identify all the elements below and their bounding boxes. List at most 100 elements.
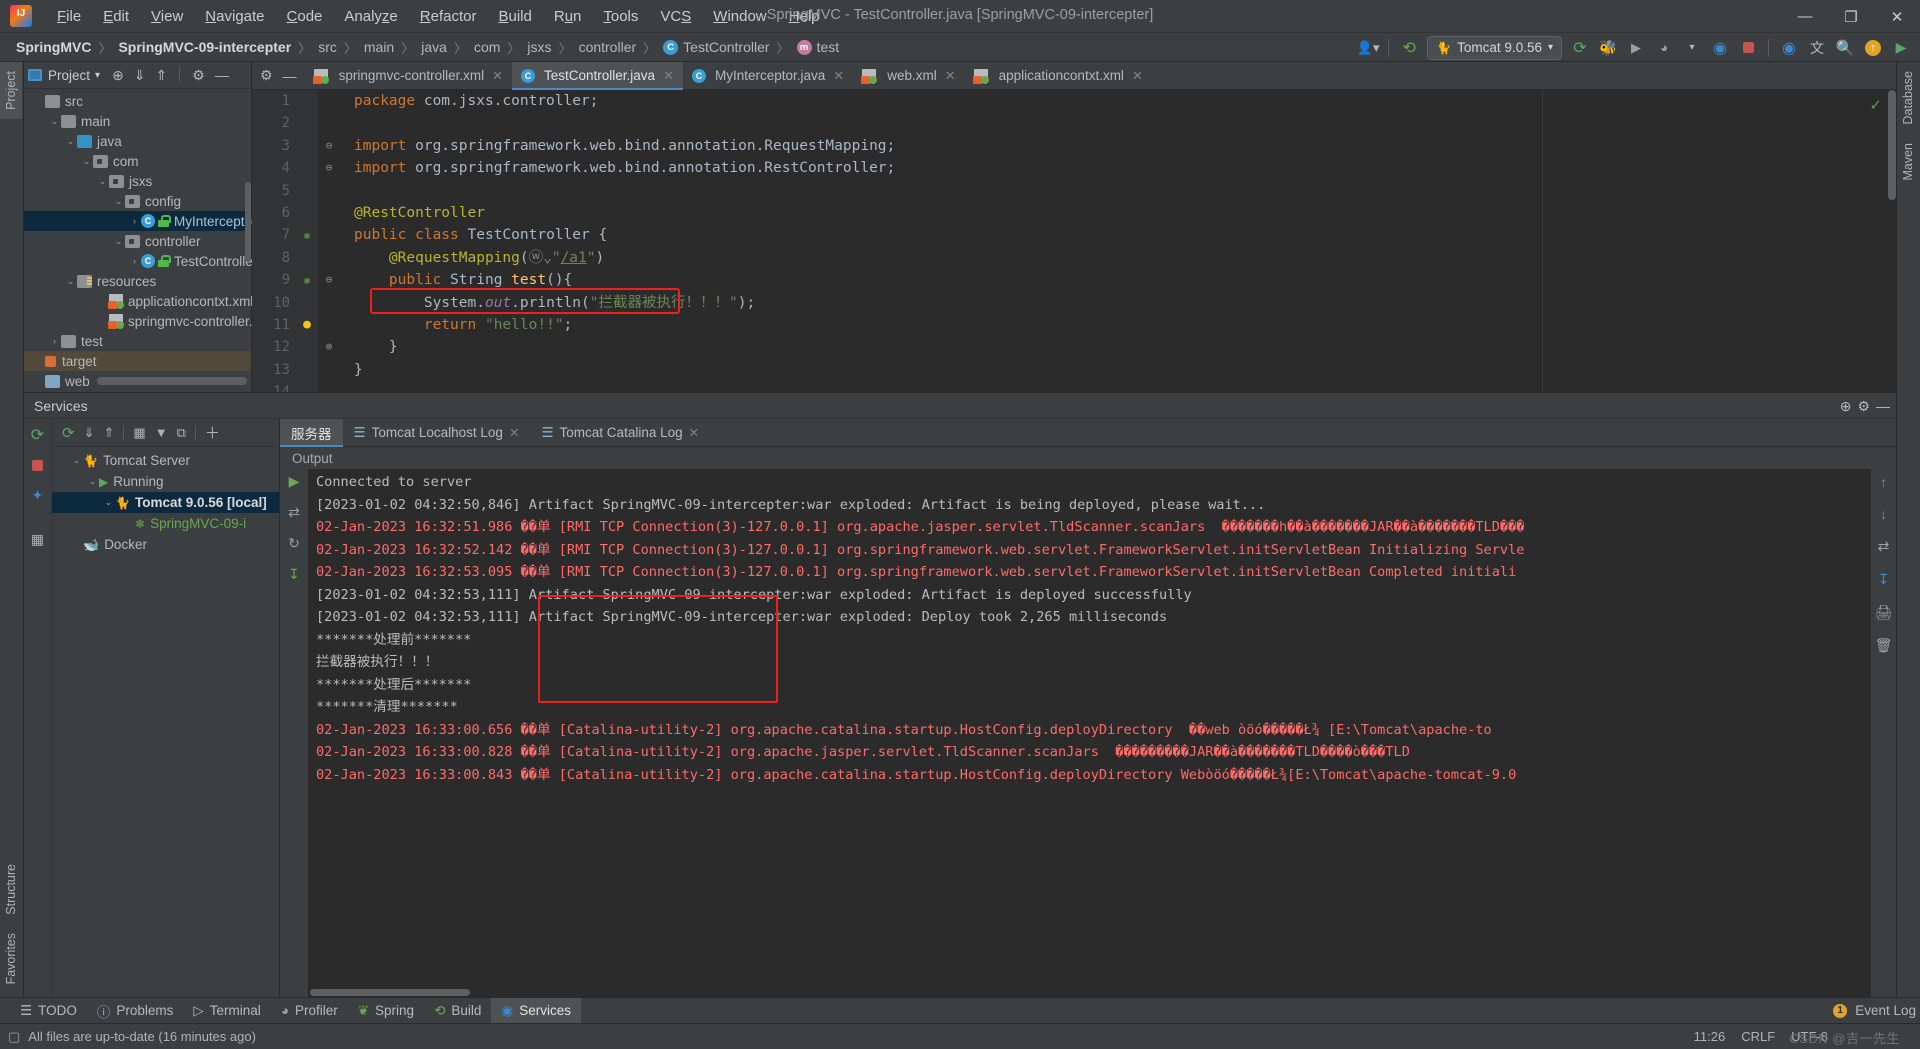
tree-twisty[interactable]: ›: [48, 336, 61, 346]
menu-item-analyze[interactable]: Analyze: [333, 5, 408, 28]
menu-item-window[interactable]: Window: [702, 5, 777, 28]
editor-tab-web-xml[interactable]: web.xml ✕: [853, 62, 964, 89]
rerun-icon[interactable]: ⟳: [31, 425, 44, 445]
tree-node-src[interactable]: src: [24, 91, 251, 111]
tree-twisty[interactable]: ⌄: [64, 136, 77, 147]
close-icon[interactable]: ✕: [1132, 68, 1143, 84]
tree-node-testcontroller[interactable]: › C TestController: [24, 251, 257, 271]
build-hammer-icon[interactable]: ⟲: [1396, 36, 1422, 60]
bottom-tab-todo[interactable]: ☰ TODO: [10, 998, 87, 1024]
clear-all-icon[interactable]: 🗑: [1875, 637, 1893, 654]
close-icon[interactable]: ✕: [492, 68, 503, 84]
expand-all-icon[interactable]: ⇓: [84, 425, 95, 441]
close-button[interactable]: ✕: [1874, 0, 1920, 33]
hide-panel-icon[interactable]: —: [1876, 398, 1890, 414]
services-node-docker[interactable]: 🐋 Docker: [52, 534, 279, 555]
close-icon[interactable]: ✕: [833, 68, 844, 84]
breadcrumb-main[interactable]: main: [362, 39, 396, 55]
tree-node-web[interactable]: web: [24, 371, 251, 391]
breadcrumb-jsxs[interactable]: jsxs: [525, 39, 553, 55]
bottom-tab-terminal[interactable]: ▷ Terminal: [183, 998, 270, 1024]
filter-icon[interactable]: ▼: [155, 425, 168, 440]
breadcrumb-testcontroller[interactable]: C TestController: [661, 39, 771, 55]
close-icon[interactable]: ✕: [663, 68, 674, 84]
menu-item-help[interactable]: Help: [778, 5, 831, 28]
tree-node-target[interactable]: target: [24, 351, 251, 371]
add-tab-icon[interactable]: ⧉: [177, 425, 186, 441]
menu-item-refactor[interactable]: Refactor: [409, 5, 488, 28]
down-arrow-icon[interactable]: ↓: [1880, 506, 1887, 522]
maximize-button[interactable]: ❐: [1828, 0, 1874, 33]
tree-node-test[interactable]: › test: [24, 331, 251, 351]
menu-item-vcs[interactable]: VCS: [649, 5, 702, 28]
tree-twisty[interactable]: ⌄: [64, 276, 77, 287]
console-horizontal-scrollbar[interactable]: [310, 989, 470, 996]
soft-wrap-icon[interactable]: ⇄: [1878, 538, 1890, 555]
collapse-all-icon[interactable]: ⇑: [156, 67, 168, 84]
chevron-down-icon[interactable]: ▾: [95, 70, 100, 81]
tree-node-resources[interactable]: ⌄ resources: [24, 271, 251, 291]
console-tab-tomcat-localhost-log[interactable]: ☰ Tomcat Localhost Log ✕: [343, 419, 531, 446]
connect-icon[interactable]: ⇄: [288, 504, 300, 521]
tree-twisty[interactable]: ›: [128, 256, 141, 266]
tool-window-tab-maven[interactable]: Maven: [1897, 134, 1919, 190]
editor-tab-myinterceptor-java[interactable]: C MyInterceptor.java ✕: [683, 62, 853, 89]
filter-icon[interactable]: ▦: [31, 531, 44, 548]
code-editor[interactable]: 1 package com.jsxs.controller; 2 3 ⊖ impor…: [252, 90, 1896, 392]
close-icon[interactable]: ✕: [509, 425, 519, 440]
tree-node-java[interactable]: ⌄ java: [24, 131, 251, 151]
close-icon[interactable]: ✕: [945, 68, 956, 84]
tree-twisty[interactable]: ⌄: [80, 156, 93, 167]
editor-tab-testcontroller-java[interactable]: C TestController.java ✕: [512, 62, 683, 90]
menu-item-run[interactable]: Run: [543, 5, 593, 28]
bottom-tab-build[interactable]: ⟲ Build: [424, 998, 491, 1024]
console-tab-tomcat-catalina-log[interactable]: ☰ Tomcat Catalina Log ✕: [530, 419, 710, 446]
intention-bulb-icon[interactable]: ●: [296, 314, 318, 336]
event-log-button[interactable]: Event Log: [1855, 1003, 1916, 1018]
services-node-tomcat-local[interactable]: ⌄ 🐈 Tomcat 9.0.56 [local]: [52, 492, 279, 513]
up-arrow-icon[interactable]: ↑: [1880, 474, 1887, 490]
menu-item-tools[interactable]: Tools: [592, 5, 649, 28]
editor-tab-springmvc-controller-xml[interactable]: springmvc-controller.xml ✕: [305, 62, 512, 89]
run-configuration-selector[interactable]: 🐈 Tomcat 9.0.56 ▾: [1427, 35, 1562, 60]
chevron-down-icon[interactable]: ▾: [1679, 36, 1705, 60]
profiler-icon[interactable]: ◕: [1651, 36, 1677, 60]
settings-gear-icon[interactable]: ⚙: [192, 67, 205, 84]
tree-node-com[interactable]: ⌄ com: [24, 151, 251, 171]
rerun-icon[interactable]: ⟳: [62, 424, 75, 442]
refresh-icon[interactable]: ↻: [288, 535, 300, 552]
line-separator[interactable]: CRLF: [1741, 1029, 1775, 1044]
tool-window-tab-database[interactable]: Database: [1897, 62, 1919, 134]
tree-twisty[interactable]: ⌄: [48, 116, 61, 127]
tree-node-jsxs[interactable]: ⌄ jsxs: [24, 171, 251, 191]
help-icon[interactable]: ⊕: [1840, 398, 1852, 415]
spring-bean-gutter-icon[interactable]: ❋: [296, 224, 318, 247]
bottom-tab-spring[interactable]: ❦ Spring: [348, 998, 424, 1024]
settings-gear-icon[interactable]: ⚙: [1857, 398, 1870, 415]
debug-icon[interactable]: 🐝: [1595, 36, 1621, 60]
services-node-tomcat-server[interactable]: ⌄ 🐈 Tomcat Server: [52, 450, 279, 471]
code-fold-marker[interactable]: ⊖: [318, 135, 340, 157]
tree-node-myinterceptor[interactable]: › C MyInterceptor: [24, 211, 257, 231]
hide-panel-icon[interactable]: —: [283, 68, 297, 84]
tree-node-springmvc-controller-xml[interactable]: springmvc-controller.xml: [24, 311, 274, 331]
stop-icon[interactable]: [32, 458, 43, 474]
tomcat-debug-icon[interactable]: ◉: [1776, 36, 1802, 60]
code-fold-marker[interactable]: ⊖: [318, 269, 340, 291]
menu-item-navigate[interactable]: Navigate: [194, 5, 275, 28]
translate-icon[interactable]: 文: [1804, 36, 1830, 60]
inspection-ok-icon[interactable]: ✓: [1869, 96, 1882, 114]
locate-icon[interactable]: ⊕: [112, 67, 124, 84]
profile-dropdown-icon[interactable]: 👤▾: [1355, 36, 1381, 60]
run-with-coverage-icon[interactable]: ▶: [1623, 36, 1649, 60]
expand-all-icon[interactable]: ⇓: [134, 67, 146, 84]
code-fold-marker[interactable]: ⊖: [318, 157, 340, 179]
add-icon[interactable]: ＋: [205, 422, 220, 443]
tomcat-deploy-icon[interactable]: ◉: [1707, 36, 1733, 60]
console-output[interactable]: Connected to server [2023-01-02 04:32:50,…: [308, 469, 1870, 997]
tree-node-controller[interactable]: ⌄ controller: [24, 231, 251, 251]
tree-twisty[interactable]: ⌄: [112, 196, 125, 207]
services-node-running[interactable]: ⌄ ▶ Running: [52, 471, 279, 492]
console-tab-server[interactable]: 服务器: [280, 419, 343, 447]
tree-twisty[interactable]: ⌄: [102, 497, 115, 508]
